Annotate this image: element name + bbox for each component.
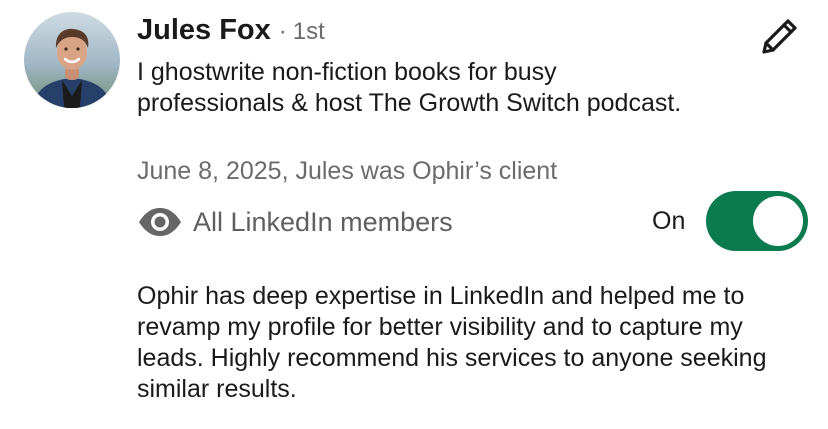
- author-line: Jules Fox · 1st: [137, 14, 325, 54]
- name-separator: ·: [278, 18, 287, 45]
- toggle-knob: [753, 196, 803, 246]
- recommendation-date: June 8, 2025, Jules was Ophir’s client: [137, 157, 558, 185]
- visibility-toggle[interactable]: [706, 191, 808, 251]
- edit-button[interactable]: [756, 16, 804, 60]
- avatar[interactable]: [24, 12, 120, 108]
- visibility-label: All LinkedIn members: [193, 206, 453, 237]
- eye-icon: [139, 208, 181, 236]
- recommendation-text: Ophir has deep expertise in LinkedIn and…: [137, 282, 767, 403]
- profile-photo-icon: [24, 12, 120, 108]
- connection-degree: 1st: [292, 18, 325, 45]
- author-name[interactable]: Jules Fox: [137, 14, 271, 47]
- visibility-setting[interactable]: All LinkedIn members: [137, 204, 453, 240]
- pencil-icon: [762, 19, 797, 54]
- author-headline: I ghostwrite non-fiction books for busy …: [137, 58, 682, 117]
- toggle-state-label: On: [652, 207, 686, 235]
